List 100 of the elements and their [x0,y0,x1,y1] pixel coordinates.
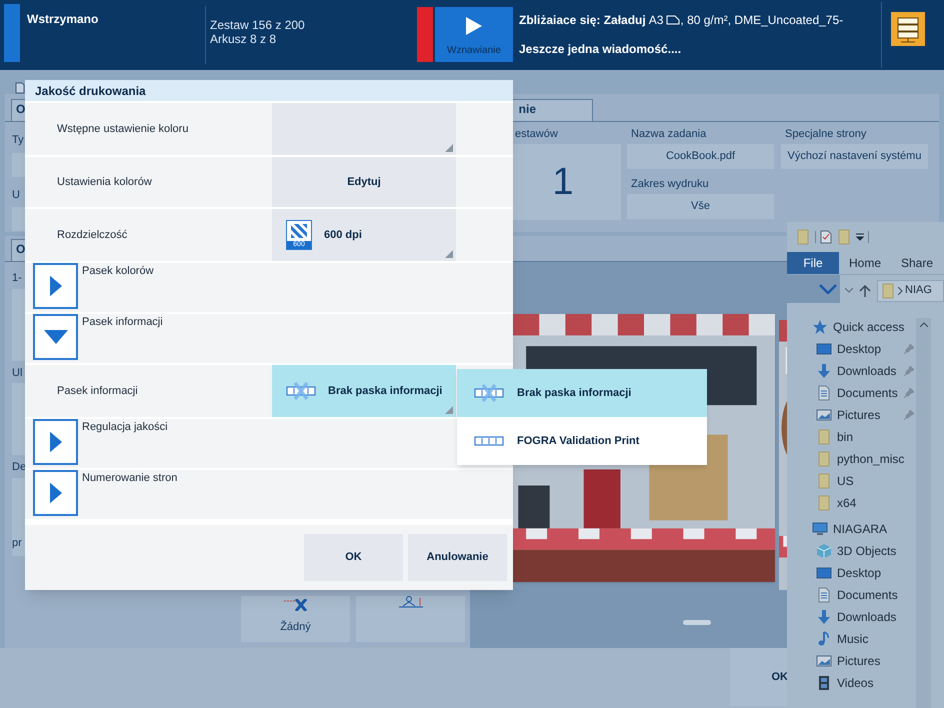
nav-item-label: Downloads [837,609,896,626]
grip-handle[interactable] [683,620,711,625]
address-bar[interactable]: NIAG [877,280,944,302]
corner-mark [445,144,453,152]
chevron-down-icon[interactable] [845,288,853,293]
option-tile[interactable]: Žádný [241,596,350,642]
caret-right-icon [50,274,62,298]
dialog-button[interactable]: Anulowanie [408,534,507,581]
caret-down-icon [44,330,68,344]
caret-right-icon [50,430,62,454]
message-text: Jeszcze jedna wiadomość.... [519,41,682,58]
folder-icon [880,282,896,298]
section-label: Numerowanie stron [82,471,178,486]
select-value: 600 dpi [324,228,362,243]
address-text: NIAG [905,283,932,298]
music-note-icon [816,631,832,647]
nav-item[interactable]: US [787,470,944,492]
setting-label: Ustawienia kolorów [56,174,153,190]
nav-item-label: Pictures [837,407,880,424]
nav-item[interactable]: Documents [787,382,944,404]
setting-label: Wstępne ustawienie koloru [56,122,190,137]
pin-icon [904,388,914,398]
list-label: De [12,460,26,475]
ok-button[interactable]: OK [730,648,790,706]
status-text: Wstrzymano [27,11,98,28]
download-icon [816,363,832,379]
expand-button[interactable] [33,470,78,516]
expand-button[interactable] [33,419,78,465]
chevron-down-icon [819,284,837,294]
film-icon [816,675,832,691]
nav-item-label: 3D Objects [837,543,896,560]
customize-icon[interactable] [856,233,864,241]
nav-item[interactable]: Pictures [787,650,944,672]
section-label: Regulacja jakości [82,420,168,435]
select-field[interactable] [272,103,456,155]
nav-item[interactable]: Documents [787,584,944,606]
chevron-right-icon [898,286,903,294]
dialog-title: Jakość drukowania [35,82,146,100]
monitor-icon [816,565,832,581]
nav-item-label: Documents [837,587,898,604]
expand-button[interactable] [33,314,78,360]
pictures-icon [816,653,832,669]
no-strip-icon [474,384,504,402]
edit-button[interactable]: Edytuj [272,157,456,207]
corner-mark [445,406,453,414]
server-icon[interactable] [891,12,925,46]
play-icon [466,17,482,35]
pin-icon [904,366,914,376]
corner-mark [445,250,453,258]
field-value[interactable]: Vše [627,194,774,219]
dropdown-option[interactable]: Brak paska informacji [457,369,707,417]
nav-item[interactable]: Pictures [787,404,944,426]
nav-item[interactable]: Downloads [787,360,944,382]
dialog-button[interactable]: OK [304,534,403,581]
nav-item-label: Music [837,631,868,648]
upcoming-label: Zbliżaiace się: Załaduj [519,12,646,29]
computer-icon [812,521,828,537]
nav-item-label: Videos [837,675,874,692]
expand-button[interactable] [33,263,78,309]
ribbon-tab[interactable]: File [787,252,839,274]
section-label: Pasek informacji [82,315,163,330]
option-tile[interactable] [356,596,465,642]
nav-item[interactable]: python_misc [787,448,944,470]
nav-item[interactable]: bin [787,426,944,448]
field-value[interactable]: Výchozí nastavení systému [781,144,928,169]
section-label: Pasek kolorów [82,264,154,279]
status-indicator [4,4,20,62]
select-field[interactable]: Brak paska informacji [272,365,456,417]
list-label: pr [12,536,22,551]
field-label: Ty [12,133,24,148]
up-arrow-icon[interactable] [859,284,871,296]
nav-item-label: x64 [837,495,856,512]
properties-icon[interactable] [820,230,832,244]
dropdown-option[interactable]: FOGRA Validation Print [457,417,707,465]
ribbon-tab[interactable]: Home [839,252,891,274]
ribbon-tab[interactable]: Share [891,252,943,274]
document-icon [816,385,832,401]
monitor-icon [816,341,832,357]
nav-item[interactable]: Quick access [787,316,944,338]
figure-icon [396,596,424,608]
field-label: estawów [514,127,559,142]
download-icon [816,609,832,625]
nav-item[interactable]: Desktop [787,338,944,360]
nav-item-label: Quick access [833,319,904,336]
field-value[interactable]: CookBook.pdf [627,144,774,169]
nav-item[interactable]: 3D Objects [787,540,944,562]
nav-item[interactable]: Downloads [787,606,944,628]
nav-item-label: US [837,473,854,490]
nav-item[interactable]: Videos [787,672,944,694]
setting-label: Pasek informacji [56,384,139,399]
list-label: 1- [12,271,22,286]
nav-item[interactable]: NIAGARA [787,518,944,540]
folder-icon [816,429,832,445]
nav-item[interactable]: Desktop [787,562,944,584]
field-label: U [12,188,20,202]
nav-item[interactable]: Music [787,628,944,650]
nav-item[interactable]: x64 [787,492,944,514]
nav-item-label: Desktop [837,341,882,358]
tile-label: Žádný [280,619,311,635]
scrollbar[interactable] [916,318,931,708]
